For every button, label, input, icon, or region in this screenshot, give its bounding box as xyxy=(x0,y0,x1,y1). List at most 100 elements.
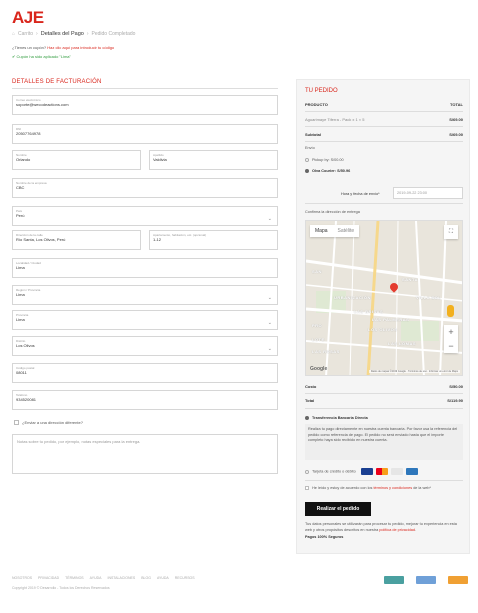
address-field[interactable]: Dirección de la calle Río Santa, Los Oli… xyxy=(12,230,141,250)
divider xyxy=(305,141,463,142)
first-name-field[interactable]: Nombre Orlando xyxy=(12,150,141,170)
payment-bank-option[interactable]: Transferencia Bancaria Directa xyxy=(305,416,368,420)
address2-field[interactable]: Apartamento, habitación, etc. (opcional)… xyxy=(149,230,278,250)
secure-payment-text: Pagos 100% Seguros xyxy=(305,535,344,539)
terms-link[interactable]: términos y condiciones xyxy=(374,486,413,490)
confirm-address-label: Confirma la dirección de entrega xyxy=(305,210,360,214)
footer-link[interactable]: INSTALACIONES xyxy=(107,576,135,580)
map-label: LAS LOMAS xyxy=(388,341,417,346)
col-product: PRODUCTO xyxy=(305,102,328,107)
bank-radio[interactable] xyxy=(305,416,309,420)
dni-field[interactable]: DNI 20507764978 xyxy=(12,124,278,144)
zoom-out-icon[interactable]: − xyxy=(444,339,458,353)
chevron-down-icon: ⌄ xyxy=(267,346,272,352)
bank-description: Realiza tu pago directamente en nuestra … xyxy=(305,424,463,460)
map-label: LAS ROSAS xyxy=(312,349,340,354)
province-select[interactable]: Provincia Lima ⌄ xyxy=(12,310,278,330)
col-total: TOTAL xyxy=(450,102,463,107)
email-field[interactable]: Correo electrónico soporte@wecodeactions… xyxy=(12,95,278,115)
divider xyxy=(305,408,463,409)
delivery-date-input[interactable]: 2019-09-22 23:00 xyxy=(393,187,463,199)
zoom-in-icon[interactable]: + xyxy=(444,325,458,339)
card-radio[interactable] xyxy=(305,469,309,474)
coupon-link[interactable]: Haz clic aquí para introducir tu código xyxy=(47,45,114,50)
shipping-option-courier[interactable]: Olva Courier: S/50.96 xyxy=(305,169,350,173)
costo-value: S/50.00 xyxy=(449,384,463,389)
footer-link[interactable]: AYUDA xyxy=(90,576,102,580)
street-view-icon[interactable] xyxy=(447,305,454,317)
ship-different-label: ¿Enviar a una dirección diferente? xyxy=(22,420,83,425)
postcode-field[interactable]: Código postal 08011 xyxy=(12,363,278,383)
courier-radio[interactable] xyxy=(305,169,309,173)
billing-title: DETALLES DE FACTURACIÓN xyxy=(12,79,102,85)
phone-field[interactable]: Teléfono 934520081 xyxy=(12,390,278,410)
tab-satellite[interactable]: Satélite xyxy=(333,225,360,237)
home-icon[interactable]: ⌂ xyxy=(12,31,15,37)
order-summary: TU PEDIDO PRODUCTO TOTAL Aguarimaye Tife… xyxy=(296,79,470,554)
province-value: Lima xyxy=(16,317,25,322)
privacy-notice: Tus datos personales se utilizarán para … xyxy=(305,522,463,541)
shipping-label: Envío xyxy=(305,146,315,150)
last-name-value: Valdivia xyxy=(153,157,167,162)
map-label: LAS BRISAS xyxy=(354,309,384,314)
footer-link[interactable]: NOSOTROS xyxy=(12,576,32,580)
bank-label: Transferencia Bancaria Directa xyxy=(312,416,368,420)
subtotal-value: S/69.00 xyxy=(449,132,463,137)
map-label: LOS OLIVOS xyxy=(368,327,398,332)
privacy-link[interactable]: política de privacidad xyxy=(379,528,415,532)
billing-divider xyxy=(12,88,278,89)
breadcrumb-payment-details: Detalles del Pago xyxy=(40,31,84,37)
ship-different-checkbox[interactable] xyxy=(14,420,19,425)
footer-link[interactable]: PRIVACIDAD xyxy=(38,576,59,580)
tab-map[interactable]: Mapa xyxy=(310,225,333,237)
total-value: S/119.90 xyxy=(447,398,463,403)
terms-post: de la web xyxy=(413,486,430,490)
phone-value: 934520081 xyxy=(16,397,37,402)
first-name-value: Orlando xyxy=(16,157,31,162)
footer-links: NOSOTROS PRIVACIDAD TÉRMINOS AYUDA INSTA… xyxy=(12,576,195,580)
map-attribution[interactable]: Datos de mapas ©2019 Google · Términos d… xyxy=(368,370,460,373)
terms-checkbox[interactable] xyxy=(305,486,309,490)
map-label: URBANIZACIÓN xyxy=(334,295,371,300)
city-field[interactable]: Localidad / Ciudad Lima xyxy=(12,258,278,278)
place-order-button[interactable]: Realizar el pedido xyxy=(305,502,371,516)
breadcrumb-cart[interactable]: Carrito xyxy=(18,31,33,37)
shipping-option-pickup[interactable]: Pickup by: S/00.00 xyxy=(305,158,344,162)
breadcrumb-order-complete: Pedido Completado xyxy=(91,31,136,37)
brand-logo[interactable]: AJE xyxy=(12,8,44,28)
item-total: S/69.00 xyxy=(449,117,463,122)
dni-value: 20507764978 xyxy=(16,131,41,136)
coupon-question: ¿Tienes un cupón? xyxy=(12,45,47,50)
footer-link[interactable]: RECURSOS xyxy=(175,576,195,580)
footer-copyright: Copyright 2019 © Desarrollo - Todos los … xyxy=(12,586,110,590)
costo-row: Costo S/50.00 xyxy=(305,384,463,389)
address2-value: 1-12 xyxy=(153,237,162,242)
district-value: Los Olivos xyxy=(16,343,35,348)
postcode-value: 08011 xyxy=(16,370,27,375)
divider xyxy=(305,480,463,481)
costo-label: Costo xyxy=(305,384,317,389)
fullscreen-icon[interactable]: ⛶ xyxy=(444,225,458,239)
delivery-map[interactable]: SANTA URBANIZACIÓN VILLA SOL LAS PALMERA… xyxy=(305,220,463,376)
terms-text: He leído y estoy de acuerdo con los xyxy=(312,486,373,490)
country-select[interactable]: País Perú ⌄ xyxy=(12,206,278,226)
map-label: LAS PALMERAS xyxy=(372,317,410,322)
subtotal-label: Subtotal xyxy=(305,132,321,137)
city-value: Lima xyxy=(16,265,25,270)
payment-card-option[interactable]: Tarjeta de crédito o débito xyxy=(305,468,418,475)
footer-link[interactable]: BLOG xyxy=(141,576,151,580)
item-name: Aguarimaye Tiferra - Pack x 1 × 5 xyxy=(305,117,365,122)
footer-link[interactable]: AYUDA xyxy=(157,576,169,580)
order-notes-textarea[interactable]: Notas sobre tu pedido, por ejemplo, nota… xyxy=(12,434,278,474)
region-select[interactable]: Región / Provincia Lima ⌄ xyxy=(12,285,278,305)
district-select[interactable]: Distrito Los Olivos ⌄ xyxy=(12,336,278,356)
last-name-field[interactable]: Apellido Valdivia xyxy=(149,150,278,170)
ship-different-row[interactable]: ¿Enviar a una dirección diferente? xyxy=(14,420,83,425)
breadcrumb: ⌂ Carrito › Detalles del Pago › Pedido C… xyxy=(12,31,135,37)
pickup-radio[interactable] xyxy=(305,158,309,162)
chevron-down-icon: ⌄ xyxy=(267,320,272,326)
footer-link[interactable]: TÉRMINOS xyxy=(65,576,83,580)
company-field[interactable]: Nombre de la empresa CBC xyxy=(12,178,278,198)
card-label: Tarjeta de crédito o débito xyxy=(312,469,356,474)
terms-row[interactable]: He leído y estoy de acuerdo con los térm… xyxy=(305,486,463,492)
